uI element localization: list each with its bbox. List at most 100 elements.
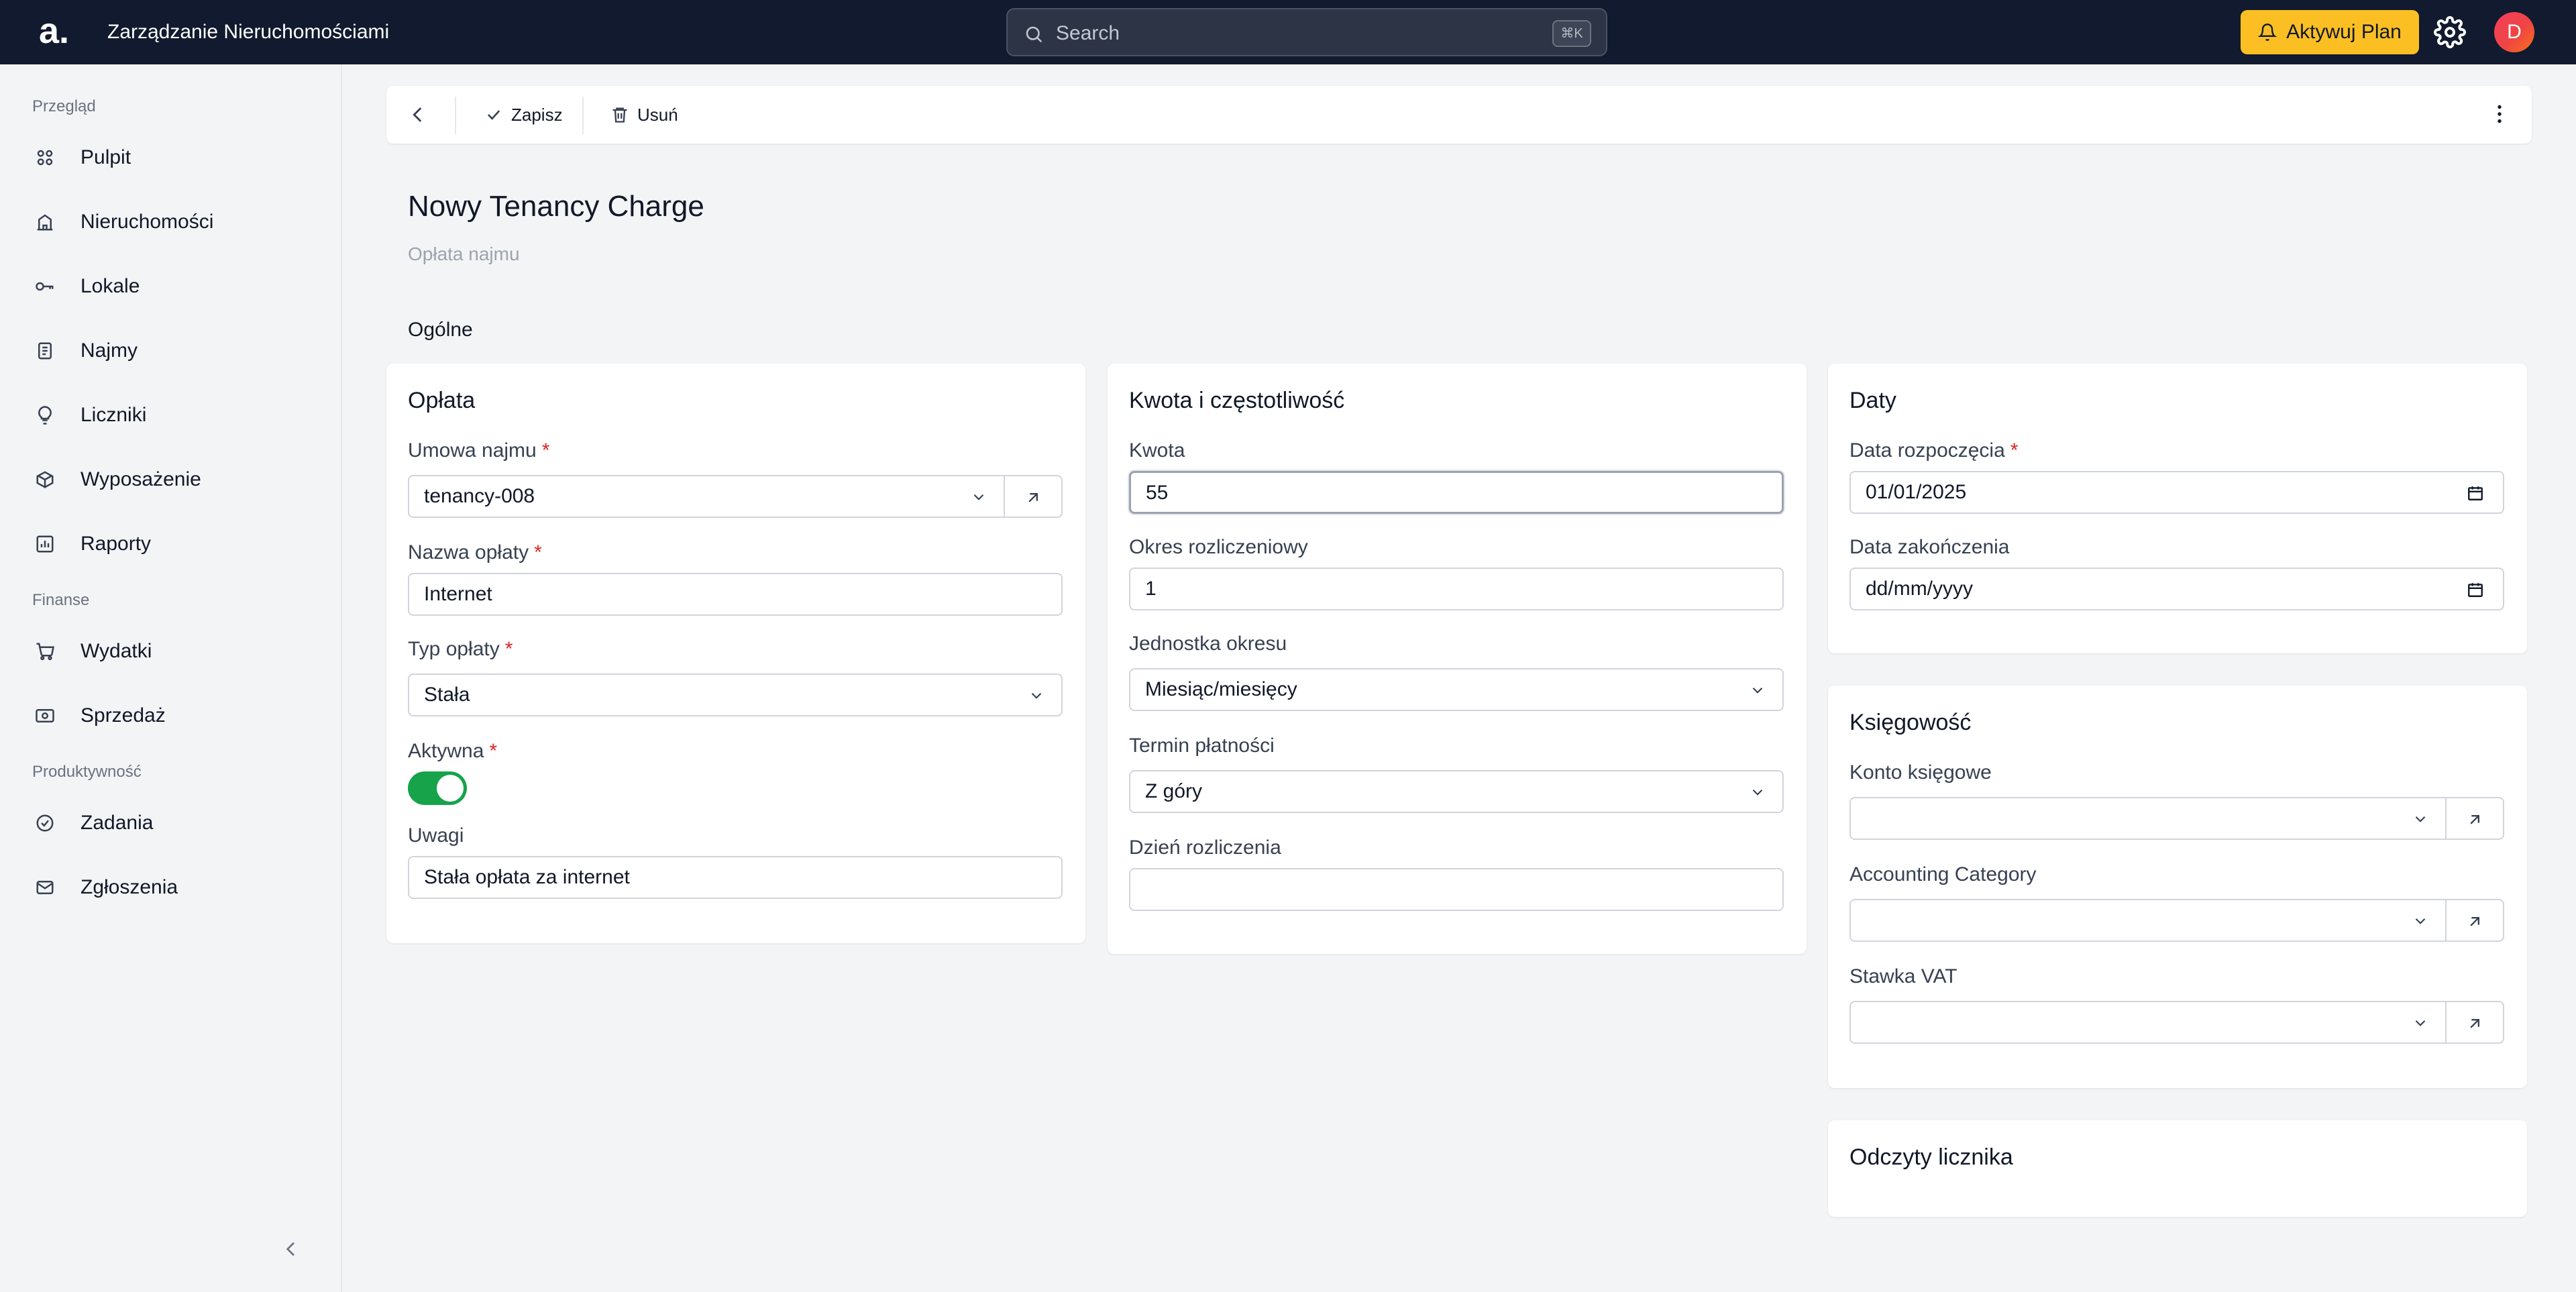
section-label: Ogólne — [408, 319, 473, 341]
open-category-button[interactable] — [2445, 899, 2504, 942]
end-date-input[interactable]: dd/mm/yyyy — [1849, 568, 2504, 610]
period-unit-value: Miesiąc/miesięcy — [1145, 678, 1297, 700]
delete-label: Usuń — [637, 104, 678, 125]
sidebar-item-label: Zgłoszenia — [80, 876, 178, 898]
open-vat-button[interactable] — [2445, 1001, 2504, 1044]
app-logo[interactable]: a. — [39, 12, 69, 50]
sidebar-item-wydatki[interactable]: Wydatki — [32, 631, 327, 671]
document-icon — [38, 342, 52, 360]
dates-card: Daty Data rozpoczęcia * 01/01/2025 Data z… — [1828, 364, 2527, 653]
open-lease-button[interactable] — [1004, 475, 1063, 518]
sidebar-item-label: Zadania — [80, 812, 154, 834]
sidebar-section-finance: Finanse — [32, 591, 90, 609]
sidebar-item-label: Raporty — [80, 533, 152, 555]
chevron-down-icon — [1752, 687, 1763, 694]
charge-name-input[interactable]: Internet — [408, 573, 1063, 616]
account-select-field[interactable] — [1849, 797, 2447, 840]
toolbar-divider — [455, 97, 456, 134]
account-select[interactable] — [1849, 797, 2504, 840]
save-label: Zapisz — [511, 104, 563, 125]
bell-icon — [2258, 23, 2277, 41]
period-label: Okres rozliczeniowy — [1129, 536, 1308, 558]
category-select[interactable] — [1849, 899, 2504, 942]
category-select-field[interactable] — [1849, 899, 2447, 942]
lease-select-field[interactable]: tenancy-008 — [408, 475, 1005, 518]
grid-icon — [37, 150, 53, 166]
chevron-down-icon — [2415, 1020, 2426, 1026]
search-placeholder: Search — [1056, 22, 1120, 44]
back-icon[interactable] — [407, 103, 429, 126]
sidebar-item-raporty[interactable]: Raporty — [32, 523, 327, 563]
amount-label: Kwota — [1129, 439, 1185, 462]
sidebar-section-overview: Przegląd — [32, 97, 96, 115]
key-icon — [36, 282, 54, 291]
payment-term-select[interactable]: Z góry — [1129, 770, 1784, 813]
calendar-icon[interactable] — [2467, 581, 2484, 598]
type-label: Typ opłaty * — [408, 638, 513, 660]
start-date-value: 01/01/2025 — [1866, 481, 1967, 503]
chevron-down-icon — [973, 494, 984, 500]
lightbulb-icon — [38, 406, 52, 425]
toolbar: Zapisz Usuń — [386, 86, 2532, 144]
active-toggle[interactable] — [408, 771, 467, 805]
sidebar-item-najmy[interactable]: Najmy — [32, 330, 327, 370]
sidebar-item-zgloszenia[interactable]: Zgłoszenia — [32, 867, 327, 907]
lease-value: tenancy-008 — [424, 485, 535, 507]
gear-icon[interactable] — [2434, 16, 2466, 48]
end-date-value: dd/mm/yyyy — [1866, 578, 1974, 600]
sidebar-item-pulpit[interactable]: Pulpit — [32, 137, 327, 177]
delete-button[interactable]: Usuń — [610, 101, 678, 129]
page-title: Nowy Tenancy Charge — [408, 190, 704, 223]
amount-input[interactable]: 55 — [1129, 471, 1784, 514]
notes-input[interactable]: Stała opłata za internet — [408, 856, 1063, 899]
more-vertical-icon[interactable] — [2487, 102, 2512, 126]
avatar[interactable]: D — [2494, 12, 2534, 52]
mail-icon — [36, 881, 54, 894]
sidebar-item-label: Lokale — [80, 275, 140, 297]
vat-label: Stawka VAT — [1849, 965, 1957, 987]
collapse-sidebar-icon[interactable] — [280, 1238, 302, 1260]
period-input[interactable]: 1 — [1129, 568, 1784, 610]
sidebar-item-wyposazenie[interactable]: Wyposażenie — [32, 459, 327, 499]
sidebar-item-nieruchomosci[interactable]: Nieruchomości — [32, 201, 327, 241]
top-bar: a. Zarządzanie Nieruchomościami Search ⌘… — [0, 0, 2576, 64]
activate-plan-label: Aktywuj Plan — [2286, 21, 2402, 43]
external-link-icon — [2470, 815, 2479, 824]
sidebar-item-liczniki[interactable]: Liczniki — [32, 394, 327, 435]
charge-type-select[interactable]: Stała — [408, 674, 1063, 716]
period-unit-select[interactable]: Miesiąc/miesięcy — [1129, 668, 1784, 711]
sidebar-item-label: Wydatki — [80, 640, 152, 662]
sidebar-item-lokale[interactable]: Lokale — [32, 266, 327, 306]
sidebar-item-label: Nieruchomości — [80, 211, 214, 233]
chevron-down-icon — [2415, 918, 2426, 924]
notes-label: Uwagi — [408, 824, 464, 847]
building-icon — [37, 214, 53, 231]
chevron-down-icon — [1031, 692, 1042, 699]
activate-plan-button[interactable]: Aktywuj Plan — [2241, 10, 2419, 54]
open-account-button[interactable] — [2445, 797, 2504, 840]
account-label: Konto księgowe — [1849, 761, 1992, 784]
charge-type-value: Stała — [424, 684, 470, 706]
calendar-icon[interactable] — [2467, 484, 2484, 502]
sidebar-item-label: Liczniki — [80, 404, 147, 426]
billing-day-input[interactable] — [1129, 868, 1784, 911]
amount-card: Kwota i częstotliwość Kwota 55 Okres roz… — [1108, 364, 1807, 954]
lease-select[interactable]: tenancy-008 — [408, 475, 1063, 518]
vat-select[interactable] — [1849, 1001, 2504, 1044]
chevron-down-icon — [2415, 816, 2426, 822]
search-icon — [1026, 26, 1042, 43]
charge-card: Opłata Umowa najmu * tenancy-008 Nazwa op… — [386, 364, 1085, 943]
cash-icon — [36, 709, 54, 722]
sidebar-item-zadania[interactable]: Zadania — [32, 802, 327, 843]
search-input[interactable]: Search ⌘K — [1006, 8, 1607, 56]
sidebar-item-sprzedaz[interactable]: Sprzedaż — [32, 695, 327, 735]
start-date-input[interactable]: 01/01/2025 — [1849, 471, 2504, 514]
check-icon — [487, 110, 500, 120]
sidebar-item-label: Sprzedaż — [80, 704, 166, 726]
sidebar-item-label: Wyposażenie — [80, 468, 201, 490]
save-button[interactable]: Zapisz — [484, 101, 563, 129]
category-label: Accounting Category — [1849, 863, 2037, 885]
external-link-icon — [2470, 1019, 2479, 1028]
vat-select-field[interactable] — [1849, 1001, 2447, 1044]
card-title: Opłata — [408, 388, 476, 413]
